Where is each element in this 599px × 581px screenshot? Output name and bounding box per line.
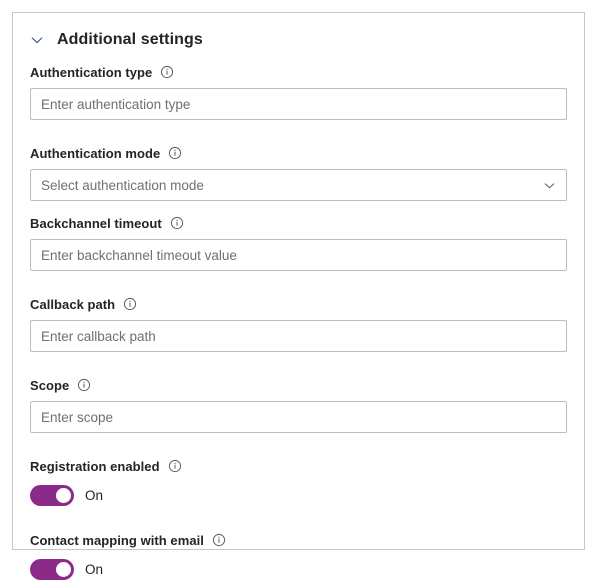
registration-enabled-toggle[interactable]: [30, 484, 74, 506]
field-label-row: Scope: [30, 374, 567, 396]
field-label-row: Callback path: [30, 293, 567, 315]
field-callback-path: Callback path: [30, 293, 567, 352]
backchannel-timeout-input[interactable]: [30, 239, 567, 271]
toggle-row: On: [30, 557, 567, 581]
info-icon[interactable]: [170, 216, 184, 230]
contact-mapping-with-email-toggle[interactable]: [30, 558, 74, 580]
info-icon[interactable]: [160, 65, 174, 79]
field-label-row: Authentication mode: [30, 142, 567, 164]
authentication-mode-select-box[interactable]: Select authentication mode: [30, 169, 567, 201]
field-scope: Scope: [30, 374, 567, 433]
label-contact-mapping-with-email: Contact mapping with email: [30, 532, 204, 548]
field-registration-enabled: Registration enabled On: [30, 455, 567, 507]
toggle-knob: [56, 487, 71, 503]
info-icon[interactable]: [123, 297, 137, 311]
field-backchannel-timeout: Backchannel timeout: [30, 212, 567, 271]
field-label-row: Backchannel timeout: [30, 212, 567, 234]
authentication-type-input[interactable]: [30, 88, 567, 120]
page-title: Additional settings: [57, 31, 203, 48]
settings-fields: Authentication type Authentication mode: [13, 61, 584, 581]
label-callback-path: Callback path: [30, 296, 116, 312]
chevron-down-icon[interactable]: [542, 178, 556, 192]
label-scope: Scope: [30, 377, 70, 393]
label-registration-enabled: Registration enabled: [30, 458, 160, 474]
chevron-down-icon[interactable]: [23, 26, 51, 54]
info-icon[interactable]: [168, 146, 182, 160]
label-authentication-mode: Authentication mode: [30, 145, 161, 161]
registration-enabled-state: On: [85, 487, 104, 503]
scope-input[interactable]: [30, 401, 567, 433]
section-header-additional-settings[interactable]: Additional settings: [13, 19, 584, 61]
authentication-mode-select[interactable]: Select authentication mode: [30, 169, 567, 201]
field-label-row: Authentication type: [30, 61, 567, 83]
field-authentication-type: Authentication type: [30, 61, 567, 120]
field-label-row: Contact mapping with email: [30, 529, 567, 551]
field-authentication-mode: Authentication mode Select authenticatio…: [30, 142, 567, 201]
field-label-row: Registration enabled: [30, 455, 567, 477]
additional-settings-card: Additional settings Authentication type …: [12, 12, 585, 580]
info-icon[interactable]: [168, 459, 182, 473]
info-icon[interactable]: [77, 378, 91, 392]
field-contact-mapping-with-email: Contact mapping with email On: [30, 529, 567, 581]
toggle-row: On: [30, 483, 567, 507]
authentication-mode-selected-value: Select authentication mode: [41, 177, 204, 193]
info-icon[interactable]: [212, 533, 226, 547]
callback-path-input[interactable]: [30, 320, 567, 352]
label-authentication-type: Authentication type: [30, 64, 153, 80]
label-backchannel-timeout: Backchannel timeout: [30, 215, 162, 231]
